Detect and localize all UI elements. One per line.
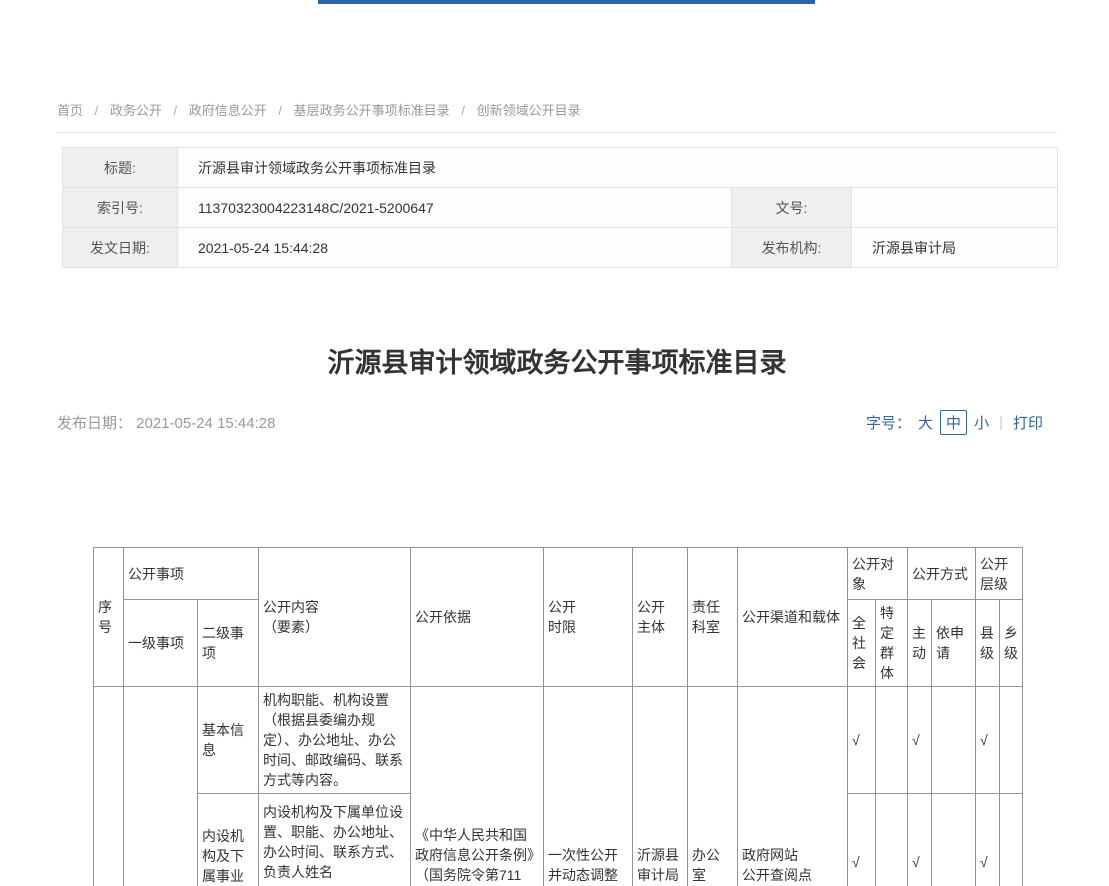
font-size-medium-button[interactable]: 中 — [940, 410, 967, 435]
meta-org-value: 沂源县审计局 — [852, 228, 1058, 268]
cell-teding-check — [876, 687, 908, 794]
meta-index-label: 索引号: — [63, 188, 178, 228]
breadcrumb-biaozhun-mulu[interactable]: 基层政务公开事项标准目录 — [294, 103, 450, 118]
cell-teding-check — [876, 794, 908, 886]
cell-xiangji-check — [1000, 687, 1023, 794]
page-content: 首页 / 政务公开 / 政府信息公开 / 基层政务公开事项标准目录 / 创新领域… — [57, 0, 1057, 886]
meta-row-title: 标题: 沂源县审计领域政务公开事项标准目录 — [63, 148, 1058, 188]
cell-quanshehui-check: √ — [848, 687, 876, 794]
cell-yiji-shixiang — [124, 687, 198, 886]
breadcrumb-separator: / — [95, 103, 99, 118]
breadcrumb-home[interactable]: 首页 — [57, 103, 83, 118]
header-gongkai-cengji: 公开层级 — [976, 548, 1023, 600]
header-erji-shixiang: 二级事项 — [198, 600, 259, 687]
cell-yishenqing-check — [932, 794, 976, 886]
table-header-row-1: 序号 公开事项 公开内容 （要素） 公开依据 公开 时限 公开 主体 责任科室 … — [94, 548, 1023, 600]
meta-docno-value — [852, 188, 1058, 228]
cell-xianji-check: √ — [976, 794, 1000, 886]
breadcrumb-xinxi-gongkai[interactable]: 政府信息公开 — [189, 103, 267, 118]
meta-index-value: 11370323004223148C/2021-5200647 — [178, 188, 732, 228]
header-teding-qunti: 特定群体 — [876, 600, 908, 687]
header-quanshehui: 全社会 — [848, 600, 876, 687]
header-gongkai-qudao: 公开渠道和载体 — [738, 548, 848, 687]
cell-zhudong-check: √ — [908, 794, 932, 886]
header-yiji-shixiang: 一级事项 — [124, 600, 198, 687]
top-nav-bar-fragment — [318, 0, 815, 4]
header-gongkai-duixiang: 公开对象 — [848, 548, 908, 600]
meta-date-label: 发文日期: — [63, 228, 178, 268]
font-print-controls: 字号： 大 中 小 | 打印 — [866, 410, 1043, 435]
header-xuhao: 序号 — [94, 548, 124, 687]
font-size-label: 字号： — [866, 412, 911, 433]
cell-erji-shixiang: 基本信息 — [198, 687, 259, 794]
meta-row-index: 索引号: 11370323004223148C/2021-5200647 文号: — [63, 188, 1058, 228]
breadcrumb-separator: / — [174, 103, 178, 118]
font-size-small-button[interactable]: 小 — [974, 412, 989, 433]
meta-title-value: 沂源县审计领域政务公开事项标准目录 — [178, 148, 1058, 188]
meta-title-label: 标题: — [63, 148, 178, 188]
cell-zhudong-check: √ — [908, 687, 932, 794]
article-meta-bar: 发布日期： 2021-05-24 15:44:28 字号： 大 中 小 | 打印 — [57, 410, 1057, 435]
cell-gongkai-qudao: 政府网站 公开查阅点 — [738, 687, 848, 886]
publish-date-value: 2021-05-24 15:44:28 — [136, 415, 275, 432]
cell-erji-shixiang: 内设机构及下属事业 — [198, 794, 259, 886]
header-gongkai-fangshi: 公开方式 — [908, 548, 976, 600]
header-gongkai-yiju: 公开依据 — [411, 548, 544, 687]
cell-gongkai-yiju: 《中华人民共和国政府信息公开条例》（国务院令第711号） — [411, 687, 544, 886]
cell-quanshehui-check: √ — [848, 794, 876, 886]
cell-gongkai-shixian: 一次性公开并动态调整 — [544, 687, 633, 886]
breadcrumb-chuangxin-lingyu[interactable]: 创新领域公开目录 — [477, 103, 581, 118]
cell-zeren-keshi: 办公室 — [688, 687, 738, 886]
header-gongkai-shixian: 公开 时限 — [544, 548, 633, 687]
publish-date-label: 发布日期： — [57, 415, 136, 432]
publish-date: 发布日期： 2021-05-24 15:44:28 — [57, 412, 275, 433]
meta-org-label: 发布机构: — [732, 228, 852, 268]
header-zeren-keshi: 责任科室 — [688, 548, 738, 687]
header-gongkai-neirong: 公开内容 （要素） — [259, 548, 411, 687]
meta-date-value: 2021-05-24 15:44:28 — [178, 228, 732, 268]
cell-xuhao — [94, 687, 124, 886]
header-yishenqing: 依申请 — [932, 600, 976, 687]
print-button[interactable]: 打印 — [1013, 412, 1043, 433]
header-gongkai-shixiang: 公开事项 — [124, 548, 259, 600]
header-xianji: 县级 — [976, 600, 1000, 687]
table-row: 基本信息 机构职能、机构设置（根据县委编办规定）、办公地址、办公时间、邮政编码、… — [94, 687, 1023, 794]
cell-gongkai-neirong: 内设机构及下属单位设置、职能、办公地址、办公时间、联系方式、负责人姓名 — [259, 794, 411, 886]
cell-gongkai-zhuti: 沂源县审计局 — [633, 687, 688, 886]
breadcrumb-separator: / — [278, 103, 282, 118]
cell-xianji-check: √ — [976, 687, 1000, 794]
breadcrumb-separator: / — [461, 103, 465, 118]
font-size-large-button[interactable]: 大 — [918, 412, 933, 433]
document-meta-table: 标题: 沂源县审计领域政务公开事项标准目录 索引号: 1137032300422… — [62, 147, 1058, 268]
header-gongkai-zhuti: 公开 主体 — [633, 548, 688, 687]
breadcrumb-zhengwu-gongkai[interactable]: 政务公开 — [110, 103, 162, 118]
page-title: 沂源县审计领域政务公开事项标准目录 — [57, 341, 1057, 380]
cell-yishenqing-check — [932, 687, 976, 794]
cell-gongkai-neirong: 机构职能、机构设置（根据县委编办规定）、办公地址、办公时间、邮政编码、联系方式等… — [259, 687, 411, 794]
cell-xiangji-check — [1000, 794, 1023, 886]
breadcrumb: 首页 / 政务公开 / 政府信息公开 / 基层政务公开事项标准目录 / 创新领域… — [57, 0, 1057, 133]
catalog-table: 序号 公开事项 公开内容 （要素） 公开依据 公开 时限 公开 主体 责任科室 … — [93, 547, 1023, 886]
header-xiangji: 乡级 — [1000, 600, 1023, 687]
controls-divider: | — [999, 414, 1003, 431]
meta-docno-label: 文号: — [732, 188, 852, 228]
header-zhudong: 主动 — [908, 600, 932, 687]
meta-row-date: 发文日期: 2021-05-24 15:44:28 发布机构: 沂源县审计局 — [63, 228, 1058, 268]
